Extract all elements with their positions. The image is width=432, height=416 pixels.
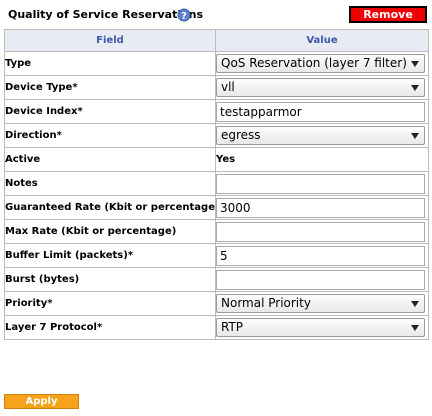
column-header-value: Value [215, 29, 429, 52]
layer7-protocol-select-value: RTP [221, 320, 244, 334]
device-index-input[interactable] [216, 101, 425, 122]
row-max-rate: Max Rate (Kbit or percentage) [4, 219, 429, 244]
guaranteed-rate-label: Guaranteed Rate (Kbit or percentage)* [4, 195, 216, 220]
remove-button[interactable]: Remove [349, 6, 427, 23]
direction-label: Direction* [4, 123, 216, 148]
column-header-field: Field [4, 29, 216, 52]
buffer-limit-input[interactable] [216, 245, 425, 266]
row-priority: Priority* Normal Priority [4, 291, 429, 316]
guaranteed-rate-input[interactable] [216, 197, 425, 218]
active-value: Yes [215, 147, 429, 172]
direction-select[interactable]: egress [216, 126, 425, 145]
row-device-index: Device Index* [4, 99, 429, 124]
chevron-down-icon [411, 325, 419, 331]
svg-text:?: ? [181, 11, 187, 22]
burst-input[interactable] [216, 269, 425, 290]
page-header: Quality of Service Reservations ? Remove [6, 6, 427, 24]
chevron-down-icon [411, 301, 419, 307]
device-index-label: Device Index* [4, 99, 216, 124]
row-notes: Notes [4, 171, 429, 196]
table-header-row: Field Value [4, 29, 429, 52]
max-rate-label: Max Rate (Kbit or percentage) [4, 219, 216, 244]
notes-label: Notes [4, 171, 216, 196]
row-active: Active Yes [4, 147, 429, 172]
device-type-select-value: vll [221, 80, 235, 94]
type-select[interactable]: QoS Reservation (layer 7 filter) [216, 54, 425, 73]
device-type-select[interactable]: vll [216, 78, 425, 97]
active-label: Active [4, 147, 216, 172]
device-type-label: Device Type* [4, 75, 216, 100]
help-icon[interactable]: ? [177, 7, 191, 22]
priority-label: Priority* [4, 291, 216, 316]
qos-form-table: Field Value Type QoS Reservation (layer … [4, 29, 429, 340]
priority-select-value: Normal Priority [221, 296, 311, 310]
layer7-protocol-select[interactable]: RTP [216, 318, 425, 337]
type-select-value: QoS Reservation (layer 7 filter) [221, 56, 407, 70]
priority-select[interactable]: Normal Priority [216, 294, 425, 313]
row-burst: Burst (bytes) [4, 267, 429, 292]
max-rate-input[interactable] [216, 221, 425, 242]
row-buffer-limit: Buffer Limit (packets)* [4, 243, 429, 268]
chevron-down-icon [411, 61, 419, 67]
apply-button[interactable]: Apply [4, 394, 79, 409]
type-label: Type [4, 51, 216, 76]
row-direction: Direction* egress [4, 123, 429, 148]
buffer-limit-label: Buffer Limit (packets)* [4, 243, 216, 268]
direction-select-value: egress [221, 128, 261, 142]
row-guaranteed-rate: Guaranteed Rate (Kbit or percentage)* [4, 195, 429, 220]
row-layer7-protocol: Layer 7 Protocol* RTP [4, 315, 429, 340]
notes-input[interactable] [216, 173, 425, 194]
row-type: Type QoS Reservation (layer 7 filter) [4, 51, 429, 76]
row-device-type: Device Type* vll [4, 75, 429, 100]
burst-label: Burst (bytes) [4, 267, 216, 292]
page-title: Quality of Service Reservations [8, 8, 204, 21]
layer7-protocol-label: Layer 7 Protocol* [4, 315, 216, 340]
chevron-down-icon [411, 85, 419, 91]
chevron-down-icon [411, 133, 419, 139]
